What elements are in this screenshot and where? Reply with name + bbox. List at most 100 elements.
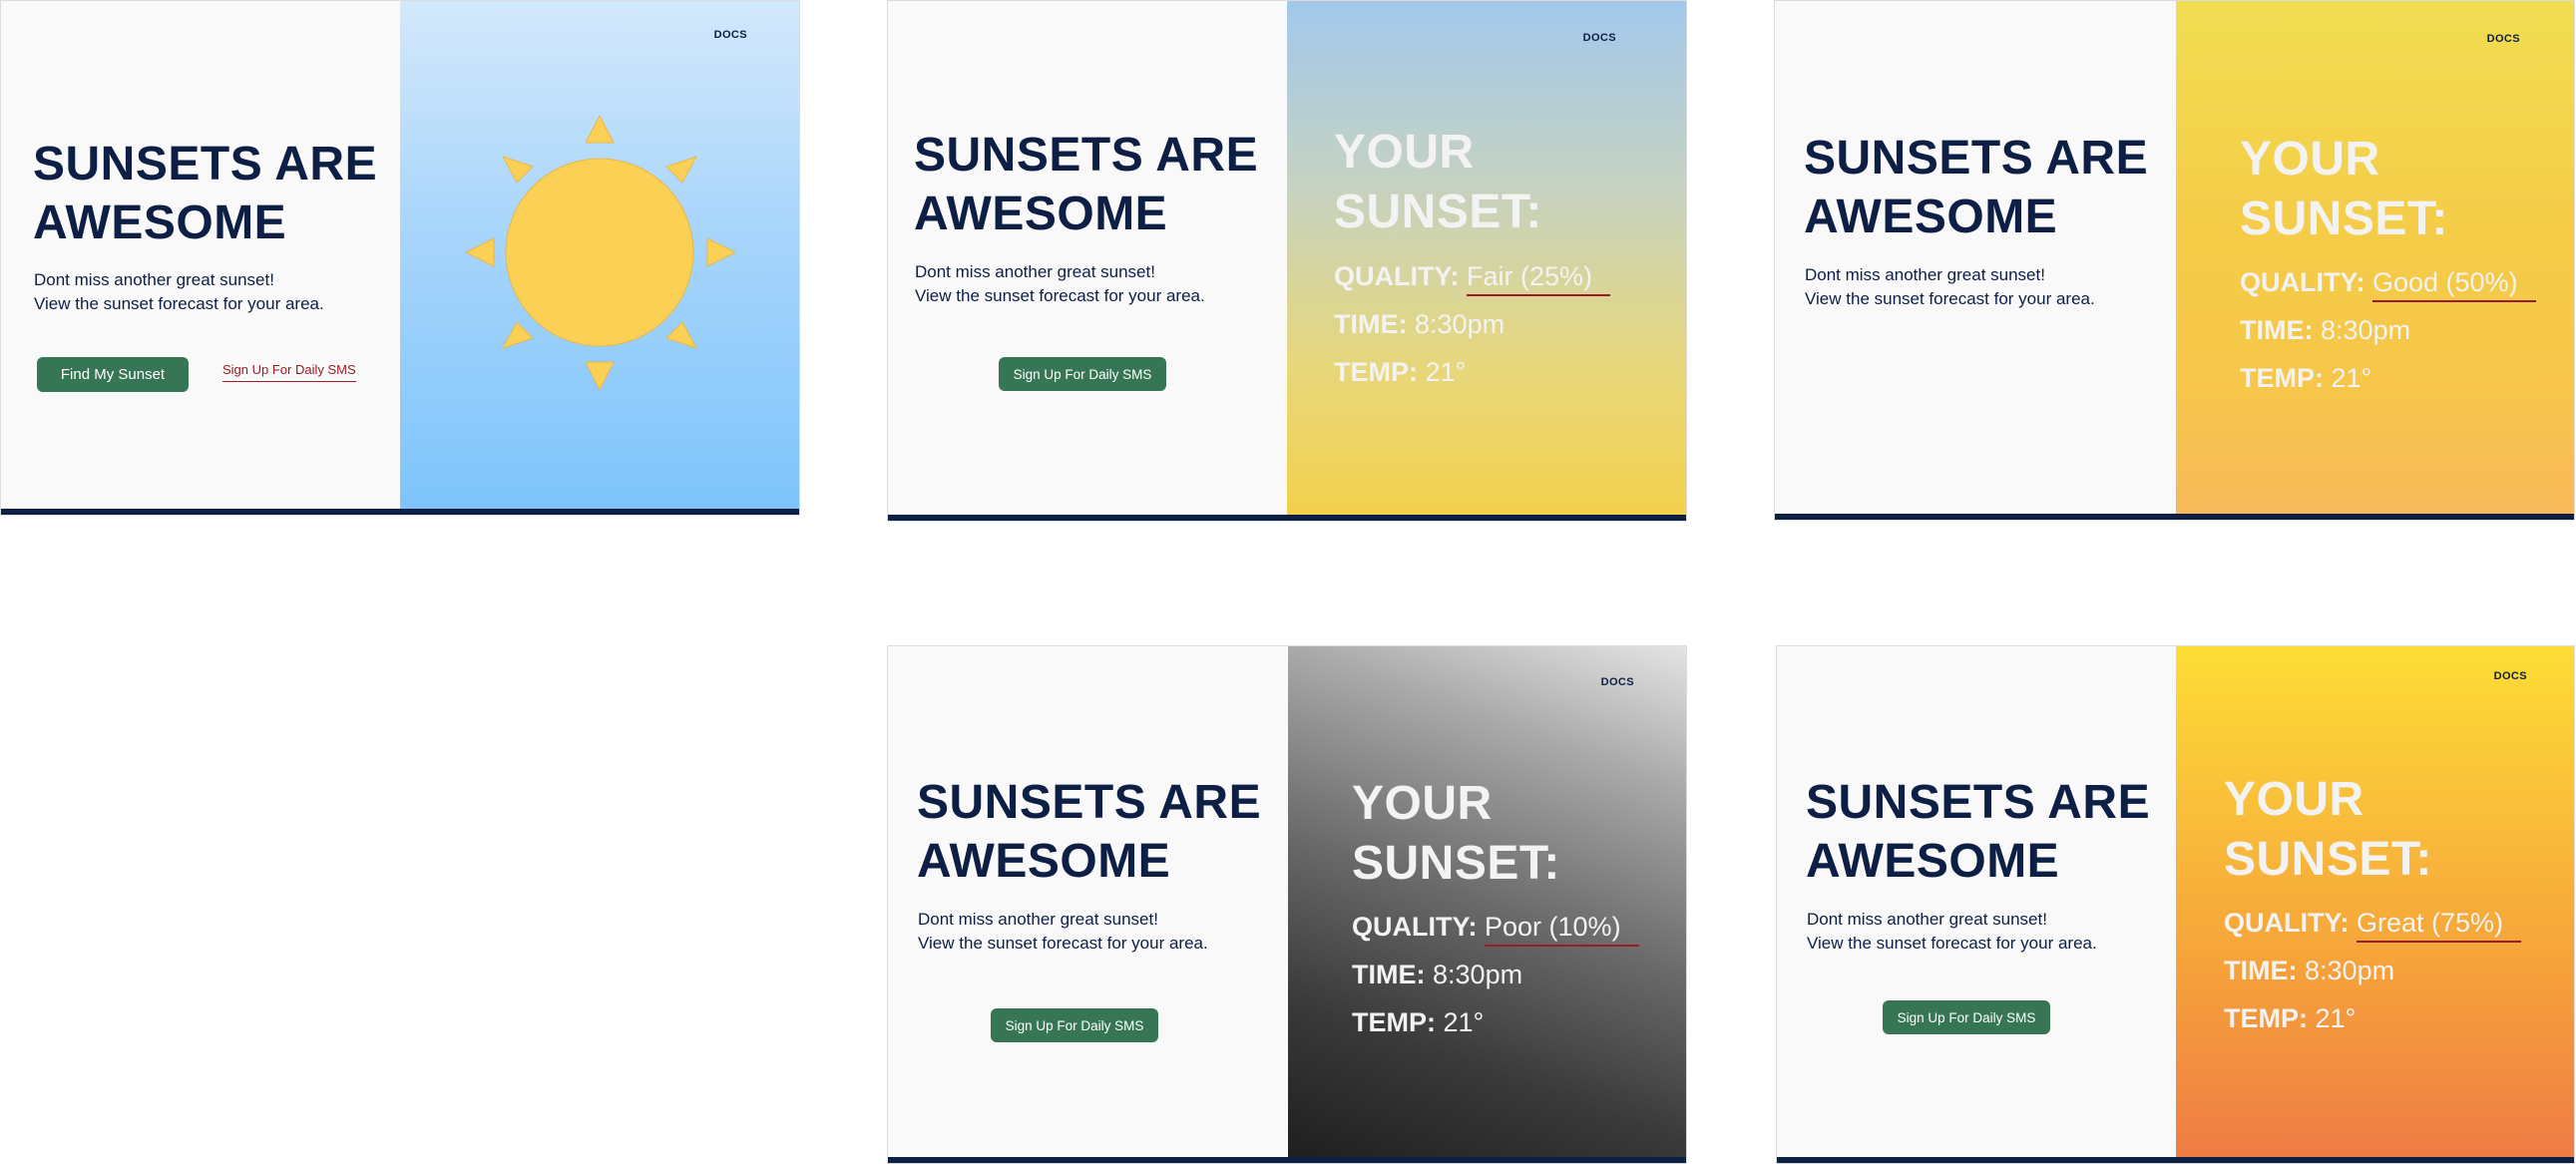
- tagline: Dont miss another great sunset! View the…: [918, 908, 1277, 956]
- quality-label: QUALITY:: [2240, 267, 2365, 297]
- intro-section: SUNSETS ARE AWESOME Dont miss another gr…: [1, 1, 400, 515]
- temp-row: TEMP: 21°: [1334, 357, 1466, 388]
- title-line-2: AWESOME: [33, 195, 287, 249]
- quality-row: QUALITY: Poor (10%): [1352, 912, 1639, 947]
- temp-value: 21°: [1425, 357, 1467, 387]
- tagline-line-1: Dont miss another great sunset!: [1807, 910, 2047, 929]
- time-row: TIME: 8:30pm: [1334, 309, 1504, 340]
- title-line-2: AWESOME: [914, 187, 1168, 240]
- sms-signup-button[interactable]: Sign Up For Daily SMS: [991, 1008, 1158, 1042]
- time-row: TIME: 8:30pm: [2240, 315, 2410, 346]
- page-title: SUNSETS ARE AWESOME: [1804, 130, 2163, 246]
- quality-value: Good (50%): [2372, 267, 2536, 302]
- time-row: TIME: 8:30pm: [2224, 956, 2394, 986]
- temp-label: TEMP:: [1352, 1007, 1436, 1037]
- quality-value: Great (75%): [2357, 908, 2522, 943]
- page-title: SUNSETS ARE AWESOME: [1806, 774, 2165, 891]
- sun-icon: [464, 114, 737, 392]
- temp-row: TEMP: 21°: [2240, 363, 2371, 394]
- tagline-line-1: Dont miss another great sunset!: [915, 262, 1155, 281]
- forecast-title-line-1: YOUR: [2240, 133, 2380, 186]
- sky-section: DOCS: [400, 1, 799, 515]
- bottom-bar: [1775, 514, 2574, 520]
- tagline-line-1: Dont miss another great sunset!: [34, 270, 274, 289]
- find-my-sunset-button[interactable]: Find My Sunset: [37, 357, 189, 392]
- forecast-title-line-1: YOUR: [2224, 773, 2364, 826]
- forecast-screen-fair: SUNSETS ARE AWESOME Dont miss another gr…: [887, 0, 1687, 522]
- forecast-title: YOUR SUNSET:: [1352, 774, 1651, 894]
- temp-value: 21°: [1443, 1007, 1485, 1037]
- forecast-screen-poor: SUNSETS ARE AWESOME Dont miss another gr…: [887, 645, 1687, 1164]
- quality-value: Fair (25%): [1467, 261, 1611, 296]
- time-label: TIME:: [1334, 309, 1408, 339]
- quality-label: QUALITY:: [2224, 908, 2350, 938]
- temp-value: 21°: [2331, 363, 2372, 393]
- intro-section: SUNSETS ARE AWESOME Dont miss another gr…: [888, 1, 1287, 521]
- title-line-1: SUNSETS ARE: [917, 776, 1262, 829]
- time-label: TIME:: [2240, 315, 2314, 345]
- title-line-1: SUNSETS ARE: [914, 129, 1259, 182]
- quality-label: QUALITY:: [1334, 261, 1460, 291]
- quality-row: QUALITY: Good (50%): [2240, 267, 2536, 302]
- docs-link[interactable]: DOCS: [1601, 676, 1634, 688]
- intro-section: SUNSETS ARE AWESOME Dont miss another gr…: [1777, 646, 2176, 1163]
- time-row: TIME: 8:30pm: [1352, 960, 1522, 990]
- temp-label: TEMP:: [2224, 1003, 2308, 1033]
- bottom-bar: [1777, 1157, 2574, 1163]
- tagline: Dont miss another great sunset! View the…: [1807, 908, 2166, 956]
- bottom-bar: [888, 1157, 1686, 1163]
- tagline: Dont miss another great sunset! View the…: [34, 268, 393, 316]
- landing-screen: SUNSETS ARE AWESOME Dont miss another gr…: [0, 0, 800, 516]
- title-line-2: AWESOME: [1804, 190, 2058, 243]
- tagline-line-2: View the sunset forecast for your area.: [918, 933, 1208, 953]
- forecast-title-line-2: SUNSET:: [2224, 833, 2432, 886]
- page-title: SUNSETS ARE AWESOME: [914, 127, 1273, 243]
- tagline-line-2: View the sunset forecast for your area.: [915, 285, 1205, 305]
- forecast-screen-good: SUNSETS ARE AWESOME Dont miss another gr…: [1774, 0, 2575, 521]
- quality-row: QUALITY: Great (75%): [2224, 908, 2522, 943]
- time-value: 8:30pm: [1433, 960, 1523, 989]
- time-value: 8:30pm: [1415, 309, 1505, 339]
- quality-value: Poor (10%): [1485, 912, 1639, 947]
- forecast-title: YOUR SUNSET:: [2224, 770, 2523, 890]
- bottom-bar: [888, 515, 1686, 521]
- tagline: Dont miss another great sunset! View the…: [915, 260, 1274, 308]
- forecast-screen-great: SUNSETS ARE AWESOME Dont miss another gr…: [1776, 645, 2575, 1164]
- temp-label: TEMP:: [2240, 363, 2324, 393]
- title-line-1: SUNSETS ARE: [1806, 776, 2151, 829]
- title-line-1: SUNSETS ARE: [33, 138, 378, 191]
- tagline: Dont miss another great sunset! View the…: [1805, 263, 2164, 311]
- temp-row: TEMP: 21°: [2224, 1003, 2356, 1034]
- sms-signup-link[interactable]: Sign Up For Daily SMS: [222, 362, 356, 382]
- forecast-section: DOCS YOUR SUNSET: QUALITY: Poor (10%) TI…: [1288, 646, 1686, 1163]
- forecast-title-line-1: YOUR: [1352, 777, 1493, 830]
- temp-label: TEMP:: [1334, 357, 1418, 387]
- bottom-bar: [1, 509, 799, 515]
- intro-section: SUNSETS ARE AWESOME Dont miss another gr…: [1775, 1, 2176, 520]
- title-line-1: SUNSETS ARE: [1804, 132, 2149, 185]
- forecast-section: DOCS YOUR SUNSET: QUALITY: Good (50%) TI…: [2176, 1, 2574, 520]
- temp-row: TEMP: 21°: [1352, 1007, 1484, 1038]
- forecast-section: DOCS YOUR SUNSET: QUALITY: Great (75%) T…: [2176, 646, 2574, 1163]
- docs-link[interactable]: DOCS: [1583, 32, 1616, 44]
- temp-value: 21°: [2315, 1003, 2357, 1033]
- title-line-2: AWESOME: [917, 834, 1171, 888]
- time-value: 8:30pm: [2305, 956, 2395, 985]
- docs-link[interactable]: DOCS: [2494, 670, 2527, 682]
- sms-signup-button[interactable]: Sign Up For Daily SMS: [999, 357, 1166, 391]
- tagline-line-2: View the sunset forecast for your area.: [1807, 933, 2097, 953]
- forecast-title-line-2: SUNSET:: [1334, 186, 1542, 238]
- forecast-title: YOUR SUNSET:: [1334, 123, 1633, 242]
- tagline-line-2: View the sunset forecast for your area.: [1805, 288, 2095, 308]
- docs-link[interactable]: DOCS: [2487, 33, 2520, 45]
- tagline-line-1: Dont miss another great sunset!: [1805, 265, 2045, 284]
- sms-signup-button[interactable]: Sign Up For Daily SMS: [1883, 1000, 2050, 1034]
- page-title: SUNSETS ARE AWESOME: [917, 774, 1276, 891]
- forecast-title: YOUR SUNSET:: [2240, 130, 2539, 249]
- forecast-title-line-2: SUNSET:: [1352, 837, 1560, 890]
- title-line-2: AWESOME: [1806, 834, 2060, 888]
- time-label: TIME:: [2224, 956, 2298, 985]
- page-title: SUNSETS ARE AWESOME: [33, 136, 392, 252]
- quality-label: QUALITY:: [1352, 912, 1478, 942]
- quality-row: QUALITY: Fair (25%): [1334, 261, 1611, 296]
